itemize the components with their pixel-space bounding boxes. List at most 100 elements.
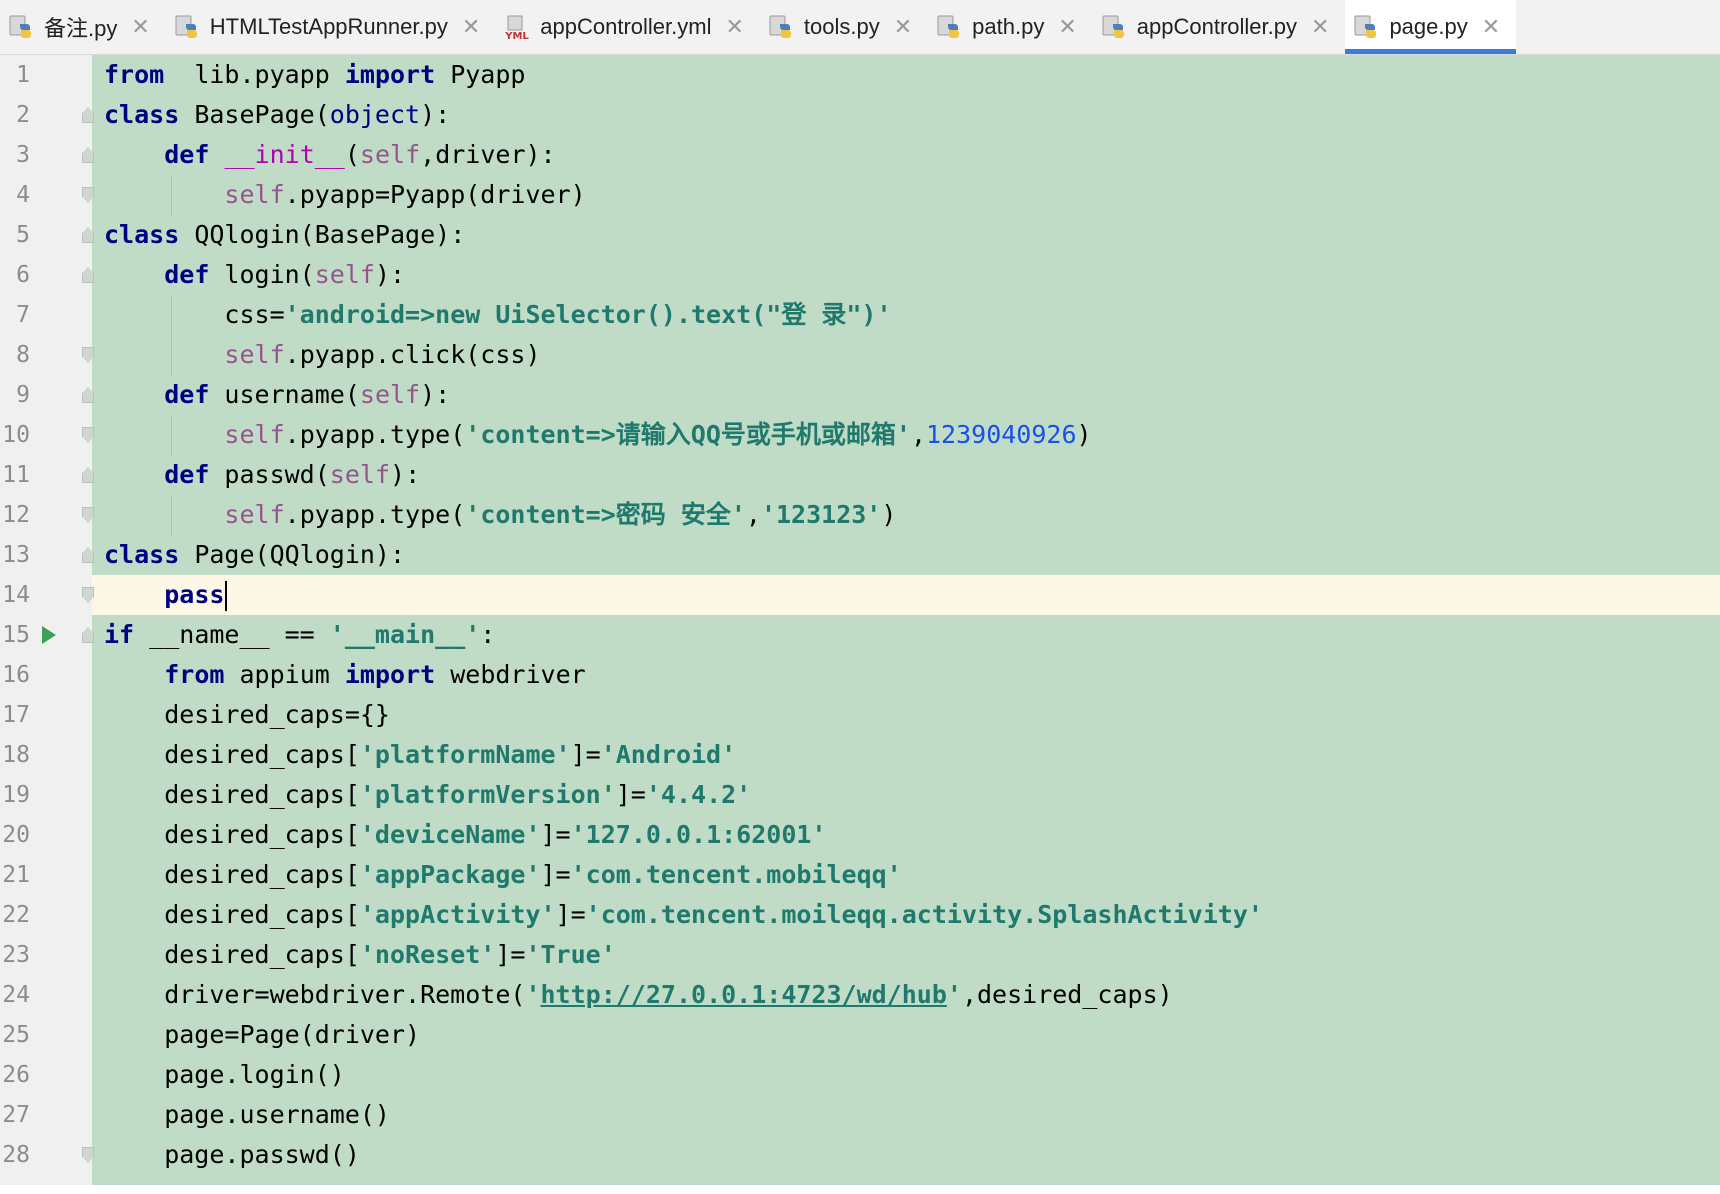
code-lines: 1 from lib.pyapp import Pyapp 2 class BaseP…: [0, 55, 1720, 1175]
code-token: login(: [209, 260, 315, 289]
code-text[interactable]: class BasePage(object):: [104, 95, 450, 135]
code-token: 'platformName': [359, 740, 571, 769]
code-text[interactable]: page=Page(driver): [104, 1015, 420, 1055]
fold-marker-icon[interactable]: [82, 187, 94, 203]
code-token: 'deviceName': [359, 820, 541, 849]
line-number: 13: [2, 542, 30, 568]
fold-marker-icon[interactable]: [82, 427, 94, 443]
code-token: :: [480, 620, 496, 649]
code-token: desired_caps[: [104, 860, 360, 889]
code-text[interactable]: page.login(): [104, 1055, 345, 1095]
fold-marker-icon[interactable]: [82, 227, 94, 243]
code-text[interactable]: page.passwd(): [104, 1135, 360, 1175]
code-text[interactable]: desired_caps['appPackage']='com.tencent.…: [104, 855, 902, 895]
code-token: __name__ ==: [134, 620, 330, 649]
fold-marker-icon[interactable]: [82, 107, 94, 123]
fold-marker-icon[interactable]: [82, 347, 94, 363]
code-text[interactable]: desired_caps['platformVersion']='4.4.2': [104, 775, 751, 815]
code-text[interactable]: from appium import webdriver: [104, 655, 585, 695]
code-text[interactable]: desired_caps['deviceName']='127.0.0.1:62…: [104, 815, 826, 855]
fold-marker-icon[interactable]: [82, 267, 94, 283]
code-token: passwd(: [209, 460, 330, 489]
code-text[interactable]: self.pyapp.type('content=>密码 安全','123123…: [104, 495, 896, 535]
close-icon[interactable]: ✕: [725, 15, 743, 40]
tab-appcontroller-yml[interactable]: YML appController.yml ✕: [496, 0, 760, 54]
fold-marker-icon[interactable]: [82, 547, 94, 563]
fold-marker-icon[interactable]: [82, 387, 94, 403]
tab-appcontroller-py[interactable]: appController.py ✕: [1093, 0, 1346, 54]
fold-marker-icon[interactable]: [82, 147, 94, 163]
tab-label: path.py: [972, 14, 1045, 39]
code-token: ):: [390, 460, 421, 489]
code-line: 15 if __name__ == '__main__':: [0, 615, 1720, 655]
code-text[interactable]: desired_caps['platformName']='Android': [104, 735, 736, 775]
python-file-icon: [936, 14, 962, 40]
code-text[interactable]: if __name__ == '__main__':: [104, 615, 495, 655]
code-token: (: [344, 140, 360, 169]
code-text[interactable]: self.pyapp.type('content=>请输入QQ号或手机或邮箱',…: [104, 415, 1091, 455]
line-number: 1: [16, 62, 30, 88]
code-token: class: [104, 540, 180, 569]
tab-tools-py[interactable]: tools.py ✕: [760, 0, 928, 54]
code-text[interactable]: desired_caps={}: [104, 695, 390, 735]
code-text[interactable]: def login(self):: [104, 255, 405, 295]
code-editor[interactable]: 1 from lib.pyapp import Pyapp 2 class BaseP…: [0, 55, 1720, 1194]
code-text[interactable]: pass: [104, 575, 228, 615]
code-text[interactable]: from lib.pyapp import Pyapp: [104, 55, 525, 95]
fold-marker-icon[interactable]: [82, 627, 94, 643]
code-text[interactable]: def username(self):: [104, 375, 450, 415]
code-token: desired_caps[: [104, 740, 360, 769]
current-line-highlight: [92, 575, 1720, 615]
code-line: 10 self.pyapp.type('content=>请输入QQ号或手机或邮…: [0, 415, 1720, 455]
code-text[interactable]: driver=webdriver.Remote('http://27.0.0.1…: [104, 975, 1172, 1015]
code-token: from: [164, 660, 225, 689]
code-token: 1239040926: [926, 420, 1077, 449]
code-text[interactable]: css='android=>new UiSelector().text("登 录…: [104, 295, 891, 335]
code-text[interactable]: def passwd(self):: [104, 455, 420, 495]
tab-py[interactable]: 备注.py ✕: [0, 0, 166, 54]
close-icon[interactable]: ✕: [894, 15, 912, 40]
code-token: self: [224, 180, 285, 209]
code-token: QQlogin(BasePage):: [179, 220, 466, 249]
code-token: ):: [420, 100, 451, 129]
fold-marker-icon[interactable]: [82, 507, 94, 523]
tab-path-py[interactable]: path.py ✕: [928, 0, 1093, 54]
code-text[interactable]: class QQlogin(BasePage):: [104, 215, 465, 255]
code-line: 4 self.pyapp=Pyapp(driver): [0, 175, 1720, 215]
code-text[interactable]: class Page(QQlogin):: [104, 535, 405, 575]
close-icon[interactable]: ✕: [462, 15, 480, 40]
close-icon[interactable]: ✕: [1482, 15, 1500, 40]
code-text[interactable]: def __init__(self,driver):: [104, 135, 555, 175]
code-text[interactable]: self.pyapp=Pyapp(driver): [104, 175, 585, 215]
code-token: from: [104, 60, 165, 89]
code-text[interactable]: desired_caps['appActivity']='com.tencent…: [104, 895, 1263, 935]
code-token: desired_caps[: [104, 900, 360, 929]
code-line: 6 def login(self):: [0, 255, 1720, 295]
code-line: 12 self.pyapp.type('content=>密码 安全','123…: [0, 495, 1720, 535]
tab-page-py[interactable]: page.py ✕: [1345, 0, 1517, 54]
code-token: BasePage(: [179, 100, 330, 129]
close-icon[interactable]: ✕: [1311, 15, 1329, 40]
fold-marker-icon[interactable]: [82, 467, 94, 483]
run-icon[interactable]: [42, 626, 56, 644]
code-text[interactable]: desired_caps['noReset']='True': [104, 935, 616, 975]
code-line: 14 pass: [0, 575, 1720, 615]
code-token: page.username(): [104, 1100, 390, 1129]
editor-tab-bar: 备注.py ✕ HTMLTestAppRunner.py ✕ YML appCont…: [0, 0, 1720, 55]
close-icon[interactable]: ✕: [131, 15, 149, 40]
code-text[interactable]: self.pyapp.click(css): [104, 335, 540, 375]
code-token: ': [946, 980, 962, 1009]
tab-htmltestapprunner-py[interactable]: HTMLTestAppRunner.py ✕: [166, 0, 496, 54]
fold-marker-icon[interactable]: [82, 1147, 94, 1163]
code-token: Page(QQlogin):: [179, 540, 406, 569]
code-token: ]=: [540, 860, 571, 889]
close-icon[interactable]: ✕: [1058, 15, 1076, 40]
code-token: .pyapp.type(: [284, 420, 466, 449]
code-token: class: [104, 220, 180, 249]
code-token: 'platformVersion': [359, 780, 616, 809]
code-text[interactable]: page.username(): [104, 1095, 390, 1135]
code-token: 'Android': [600, 740, 737, 769]
